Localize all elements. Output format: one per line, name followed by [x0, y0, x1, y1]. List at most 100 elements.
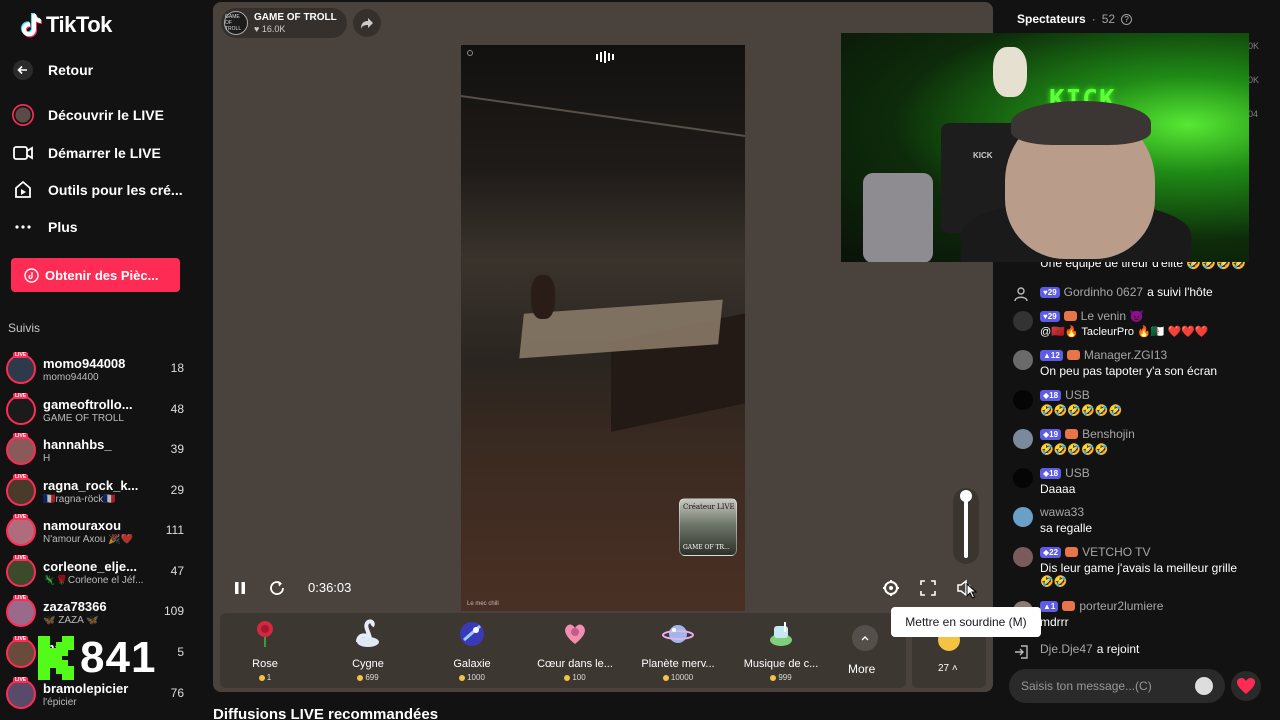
- chat-username[interactable]: wawa33: [1040, 505, 1084, 519]
- like-button[interactable]: [1231, 671, 1261, 701]
- following-name: corleone_elje...: [43, 558, 137, 574]
- live-badge: LIVE: [13, 393, 29, 399]
- user-follow-icon: [1013, 285, 1033, 305]
- gift-galaxy[interactable]: Galaxie 1000: [427, 617, 517, 682]
- more-gifts-label[interactable]: More: [848, 662, 875, 676]
- following-item[interactable]: LIVE momo944008 momo94400 18: [6, 350, 192, 388]
- fullscreen-icon: [920, 580, 936, 596]
- following-item[interactable]: LIVE namouraxou N'amour Axou 🎉❤️ 111: [6, 512, 192, 550]
- viewers-header[interactable]: Spectateurs · 52 ?: [1017, 12, 1133, 26]
- avatar: LIVE: [6, 393, 36, 425]
- help-icon[interactable]: ?: [1121, 13, 1133, 25]
- gift-name: Musique de c...: [743, 658, 819, 670]
- chat-text: Dis leur game j'avais la meilleur grille: [1040, 561, 1238, 575]
- chat-message: wawa33 sa regalle: [1010, 505, 1272, 537]
- following-item[interactable]: LIVE corleone_elje... 🦎🌹Corleone el Jéf..…: [6, 553, 192, 591]
- chat-text: Daaaa: [1040, 482, 1076, 496]
- pause-icon: [235, 582, 245, 594]
- avatar[interactable]: [1013, 507, 1033, 527]
- gift-name: Cygne: [352, 658, 384, 670]
- video-caption: Le mec chill: [467, 601, 499, 607]
- coin-icon: [662, 674, 669, 681]
- following-item[interactable]: LIVE gameoftrollo... GAME OF TROLL 48: [6, 391, 192, 429]
- gift-heart-hands[interactable]: Cœur dans le... 100: [530, 617, 620, 682]
- chat-message: ◆19 Benshojin 🤣🤣🤣🤣🤣: [1010, 427, 1272, 459]
- following-subtitle: H: [43, 452, 51, 464]
- chat-username[interactable]: Manager.ZGI13: [1084, 348, 1167, 362]
- refresh-icon: [270, 581, 284, 595]
- chat-message: ▲12 Manager.ZGI13 On peu pas tapoter y'a…: [1010, 348, 1272, 380]
- tiktok-logo[interactable]: TikTok: [20, 12, 112, 38]
- pause-button[interactable]: [228, 576, 252, 600]
- chat-input[interactable]: [1009, 669, 1179, 703]
- live-badge: LIVE: [13, 677, 29, 683]
- chat-message: ◆22 VETCHO TV Dis leur game j'avais la m…: [1010, 545, 1272, 589]
- avatar[interactable]: [1013, 468, 1033, 488]
- chat-username[interactable]: USB: [1065, 388, 1090, 402]
- kick-overlay: 841: [38, 633, 156, 682]
- chat-message: ♥29 Le venin 👿 @🇲🇦🔥 TacleurPro 🔥🇩🇿 ❤️❤️❤…: [1010, 309, 1272, 341]
- heart-icon: [1237, 678, 1255, 694]
- following-subtitle: l'épicier: [43, 696, 77, 708]
- nav-more[interactable]: Plus: [12, 216, 192, 238]
- following-subtitle: 🇫🇷ragna-röck🇫🇷: [43, 493, 116, 505]
- gift-music[interactable]: Musique de c... 999: [736, 617, 826, 682]
- level-badge: ♥29: [1040, 310, 1060, 322]
- avatar[interactable]: [1013, 350, 1033, 370]
- avatar[interactable]: [1013, 547, 1033, 567]
- refresh-button[interactable]: [265, 576, 289, 600]
- following-item[interactable]: LIVE ragna_rock_k... 🇫🇷ragna-röck🇫🇷 29: [6, 472, 192, 510]
- chat-username[interactable]: VETCHO TV: [1082, 545, 1150, 559]
- chat-username[interactable]: porteur2lumiere: [1079, 599, 1163, 613]
- viewers-count-separator: ·: [1091, 12, 1096, 26]
- nav-back[interactable]: Retour: [12, 59, 192, 81]
- avatar[interactable]: [1013, 311, 1033, 331]
- following-subtitle: 🦋 ZAZA 🦋: [43, 614, 99, 626]
- emoji-icon[interactable]: [1195, 677, 1213, 695]
- following-subtitle: momo94400: [43, 371, 99, 383]
- webcam-sticker: [993, 47, 1027, 97]
- fan-badge-icon: [1066, 350, 1080, 360]
- chat-username[interactable]: USB: [1065, 466, 1090, 480]
- audio-bars-icon: [596, 51, 614, 63]
- nav-start-live[interactable]: Démarrer le LIVE: [12, 142, 192, 164]
- host-info[interactable]: GAME OF TROLL GAME OF TROLL ♥ 16.0K: [221, 8, 347, 38]
- chat-username[interactable]: Dje.Dje47: [1040, 642, 1093, 656]
- gift-swan[interactable]: Cygne 699: [323, 617, 413, 682]
- avatar[interactable]: [1013, 390, 1033, 410]
- fullscreen-button[interactable]: [916, 576, 940, 600]
- rose-gift-icon: [248, 617, 282, 651]
- ranking-value: 0K: [1248, 41, 1260, 51]
- coin-icon: [258, 674, 265, 681]
- chat-username[interactable]: Gordinho 0627: [1064, 285, 1143, 299]
- chat-username[interactable]: Benshojin: [1082, 427, 1135, 441]
- following-name: momo944008: [43, 355, 126, 371]
- following-item[interactable]: LIVE hannahbs_ H 39: [6, 431, 192, 469]
- ranking-value: 04: [1248, 109, 1259, 119]
- tiktok-note-icon: [20, 12, 42, 38]
- following-item[interactable]: LIVE zaza78366 🦋 ZAZA 🦋 109: [6, 593, 192, 631]
- nav-creator-tools[interactable]: Outils pour les cré...: [12, 179, 192, 201]
- chat-input-box[interactable]: [1009, 669, 1225, 703]
- nav-discover-live[interactable]: Découvrir le LIVE: [12, 104, 192, 126]
- volume-knob[interactable]: [960, 490, 972, 502]
- gift-price: 1000: [427, 673, 517, 682]
- gift-price: 1: [220, 673, 310, 682]
- nav-start-label: Démarrer le LIVE: [48, 145, 161, 161]
- following-name: ragna_rock_k...: [43, 477, 139, 493]
- fan-badge-icon: [1062, 601, 1076, 611]
- gift-rose[interactable]: Rose 1: [220, 617, 310, 682]
- get-coins-button[interactable]: Obtenir des Pièc...: [11, 258, 180, 292]
- host-avatar[interactable]: GAME OF TROLL: [224, 11, 248, 35]
- more-gifts-button[interactable]: [852, 625, 880, 651]
- volume-slider[interactable]: [953, 488, 979, 564]
- avatar[interactable]: [1013, 429, 1033, 449]
- chat-username[interactable]: Le venin 👿: [1081, 309, 1145, 323]
- gift-planet[interactable]: Planète merv... 10000: [633, 617, 723, 682]
- settings-button[interactable]: [879, 576, 903, 600]
- share-button[interactable]: [353, 9, 381, 37]
- creator-live-thumbnail[interactable]: Créateur LIVE GAME OF TR...: [679, 498, 737, 556]
- creator-tools-icon: [12, 179, 34, 201]
- volume-track[interactable]: [964, 494, 968, 558]
- gift-name: Planète merv...: [641, 658, 715, 670]
